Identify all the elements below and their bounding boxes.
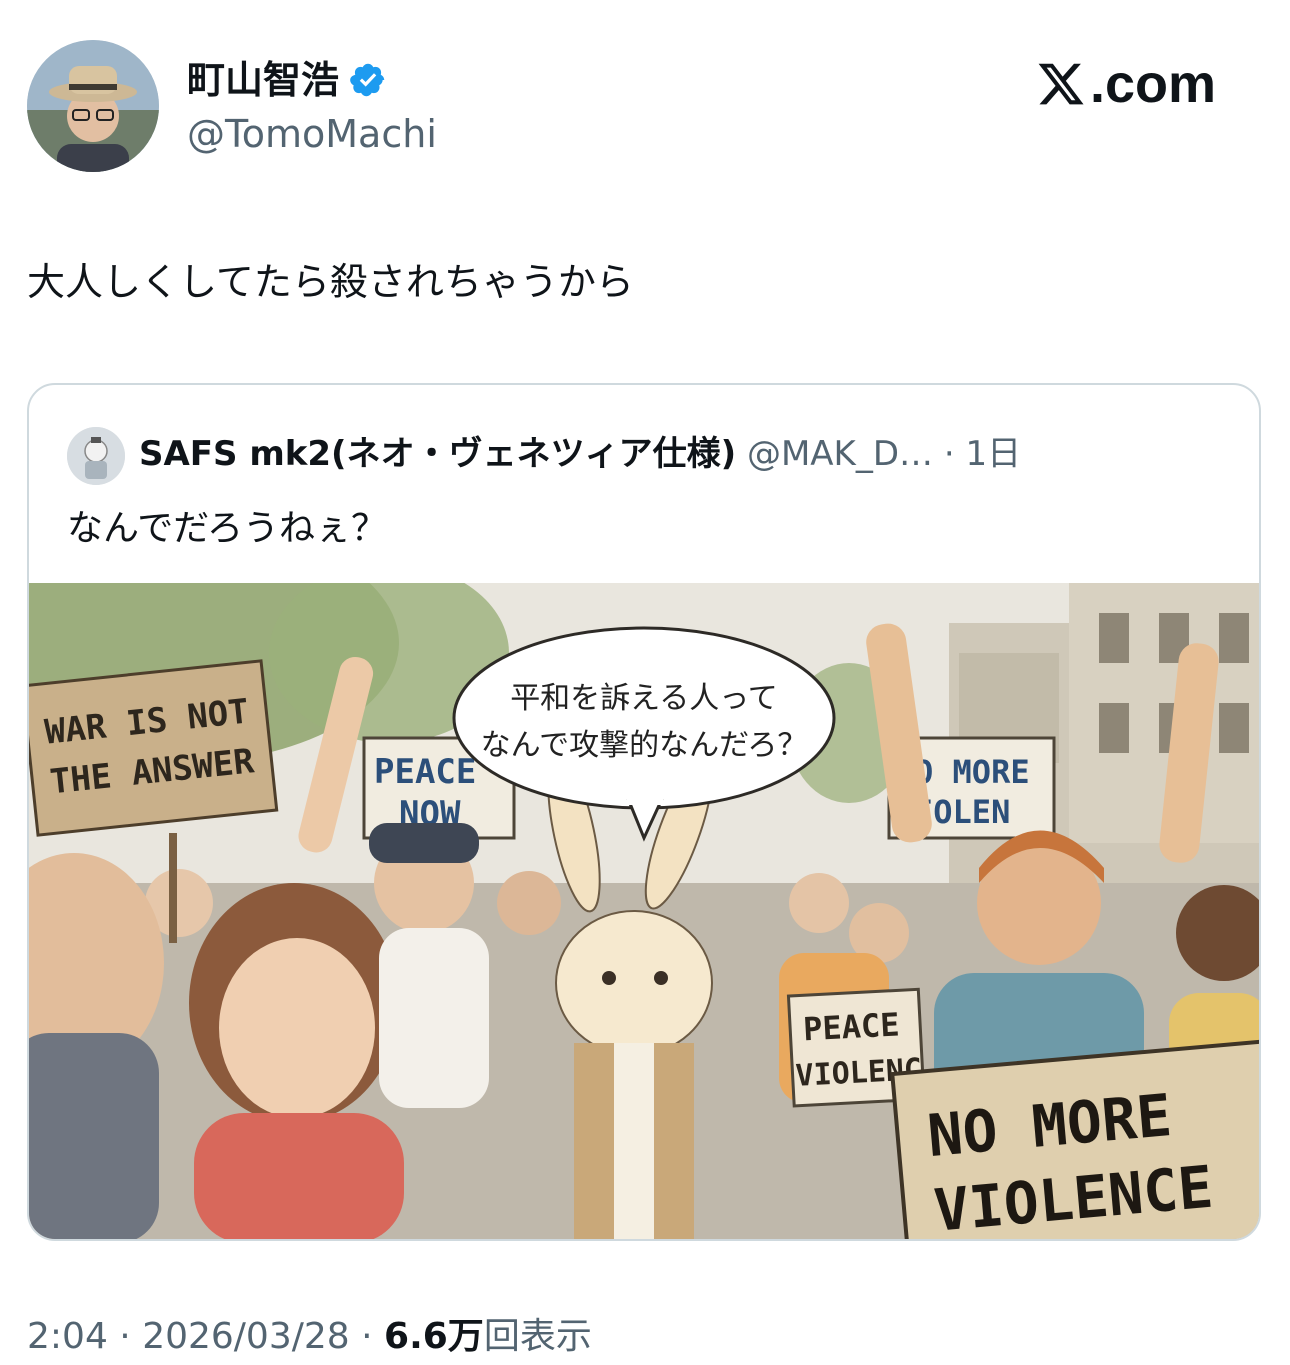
tweet-time[interactable]: 2:04 <box>27 1316 108 1357</box>
author-name-row[interactable]: 町山智浩 <box>187 56 387 104</box>
sign-peace-now-line1: PEACE <box>374 752 476 792</box>
quoted-timestamp[interactable]: 1日 <box>965 434 1021 474</box>
quoted-tweet-image[interactable]: WAR IS NOT THE ANSWER PEACE NOW O MORE I… <box>29 523 1259 1239</box>
speech-bubble-line1: 平和を訴える人って <box>510 681 778 716</box>
quoted-author-handle[interactable]: @MAK_D… <box>747 434 933 474</box>
x-com-logo: .com <box>1036 52 1216 116</box>
quoted-tweet-text: なんでだろうねぇ？ <box>67 508 388 549</box>
footer-separator: · <box>107 1316 143 1357</box>
verified-badge-icon <box>349 61 387 99</box>
views-count: 6.6万 <box>384 1316 484 1357</box>
author-name[interactable]: 町山智浩 <box>187 56 339 104</box>
quoted-separator: · <box>943 434 955 474</box>
quoted-author-name[interactable]: SAFS mk2(ネオ・ヴェネツィア仕様) <box>139 434 736 474</box>
sign-no-more-top-line1: O MORE <box>914 753 1030 791</box>
x-logo-icon <box>1036 59 1086 109</box>
tweet-text: 大人しくしてたら殺されちゃうから <box>27 260 634 304</box>
tweet-meta-footer: 2:04 · 2026/03/28 · 6.6万回表示 <box>27 1312 592 1362</box>
speech-bubble-line2: なんで攻撃的なんだろ？ <box>481 728 808 763</box>
quoted-tweet-card[interactable]: SAFS mk2(ネオ・ヴェネツィア仕様) @MAK_D… · 1日 なんでだろ… <box>27 383 1261 1241</box>
sign-peace-small-line1: PEACE <box>802 1005 900 1048</box>
author-handle[interactable]: @TomoMachi <box>187 110 437 158</box>
views-label: 回表示 <box>483 1316 592 1357</box>
tweet-date[interactable]: 2026/03/28 <box>142 1316 350 1357</box>
quoted-author-avatar[interactable] <box>67 427 125 485</box>
footer-separator: · <box>349 1316 385 1357</box>
author-avatar[interactable] <box>27 40 159 172</box>
quoted-tweet-header: SAFS mk2(ネオ・ヴェネツィア仕様) @MAK_D… · 1日 <box>139 429 1021 479</box>
speech-bubble <box>452 626 836 810</box>
x-com-text: .com <box>1090 54 1217 114</box>
